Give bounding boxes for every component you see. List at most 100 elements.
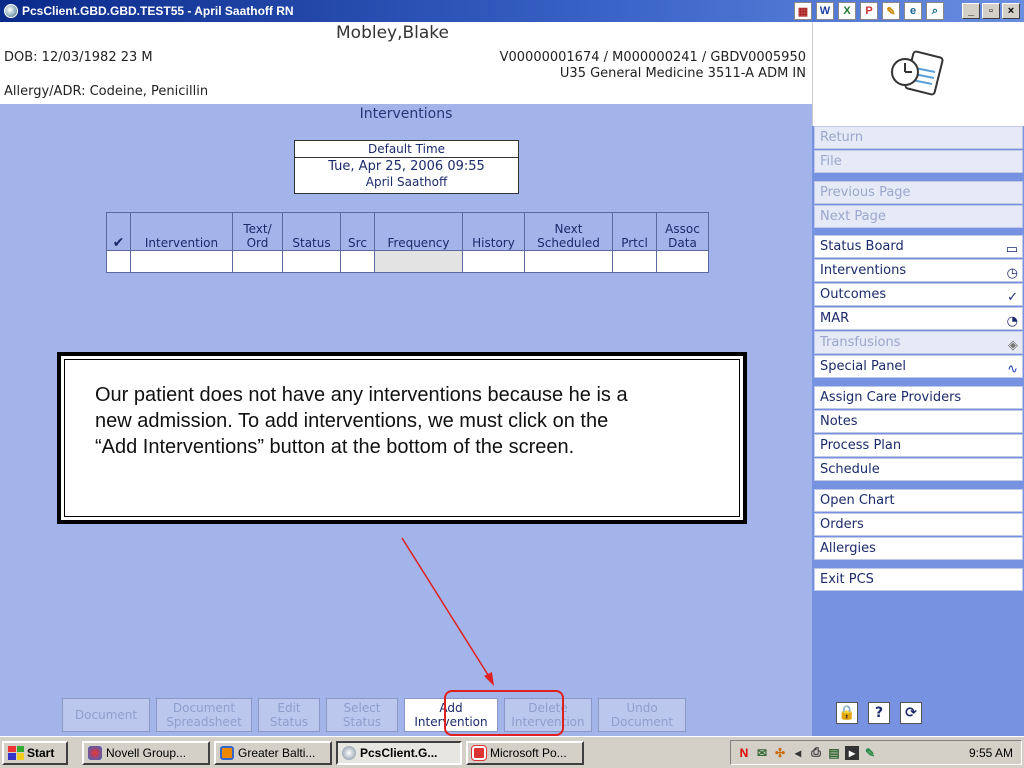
- windows-logo-icon: [8, 745, 24, 760]
- column-header-assoc-data[interactable]: Assoc Data: [656, 212, 709, 251]
- browser-icon: [220, 745, 234, 760]
- chart-icon[interactable]: ▦: [794, 2, 812, 20]
- nav-file[interactable]: File: [814, 150, 1023, 173]
- window-title-bar[interactable]: PcsClient.GBD.GBD.TEST55 - April Saathof…: [0, 0, 1024, 22]
- word-icon[interactable]: W: [816, 2, 834, 20]
- check-column-header[interactable]: ✔: [106, 212, 131, 251]
- table-cell[interactable]: [232, 250, 283, 273]
- windows-taskbar: Start Novell Group... Greater Balti... P…: [0, 736, 1024, 768]
- powerpoint-icon: [471, 744, 487, 761]
- table-cell[interactable]: [524, 250, 613, 273]
- clock: 9:55 AM: [968, 746, 1013, 760]
- blood-bag-icon: ◈: [1008, 338, 1018, 353]
- network-icon[interactable]: ✣: [773, 746, 787, 760]
- mail-icon[interactable]: ✉: [755, 746, 769, 760]
- nav-assign-care-providers[interactable]: Assign Care Providers: [814, 386, 1023, 409]
- nav-mar-label: MAR: [820, 311, 850, 326]
- table-cell[interactable]: [130, 250, 233, 273]
- add-intervention-highlight: [444, 690, 564, 736]
- nav-transfusions-label: Transfusions: [820, 335, 901, 350]
- nav-special-panel[interactable]: Special Panel ∿: [814, 355, 1023, 378]
- patient-name: Mobley,Blake: [336, 23, 450, 43]
- start-button[interactable]: Start: [2, 740, 68, 765]
- table-cell[interactable]: [462, 250, 525, 273]
- table-row[interactable]: [106, 250, 709, 273]
- column-header-status[interactable]: Status: [282, 212, 341, 251]
- start-label: Start: [27, 745, 55, 760]
- refresh-icon[interactable]: ⟳: [900, 702, 922, 724]
- default-time-label: Default Time: [295, 141, 518, 158]
- select-status-button[interactable]: Select Status: [326, 698, 398, 732]
- panel-bottom-icons: 🔒 ? ⟳: [836, 702, 922, 724]
- default-time-box[interactable]: Default Time Tue, Apr 25, 2006 09:55 Apr…: [294, 140, 519, 194]
- task-label: PcsClient.G...: [360, 745, 438, 760]
- powerpoint-icon[interactable]: P: [860, 2, 878, 20]
- system-tray: N ✉ ✣ ◂ ⎙ ▤ ▸ ✎ 9:55 AM: [730, 740, 1022, 765]
- nav-next-page[interactable]: Next Page: [814, 205, 1023, 228]
- patient-location: U35 General Medicine 3511-A ADM IN: [559, 66, 806, 81]
- help-icon[interactable]: ?: [868, 702, 890, 724]
- nav-orders[interactable]: Orders: [814, 513, 1023, 536]
- maximize-button[interactable]: ▫: [982, 3, 1000, 19]
- browser-icon[interactable]: e: [904, 2, 922, 20]
- column-header-intervention[interactable]: Intervention: [130, 212, 233, 251]
- clipboard-clock-icon: [891, 50, 944, 96]
- column-header-next-scheduled[interactable]: Next Scheduled: [524, 212, 613, 251]
- nav-process-plan[interactable]: Process Plan: [814, 434, 1023, 457]
- navigation-panel: Return File Previous Page Next Page Stat…: [812, 22, 1024, 736]
- patient-header: Mobley,Blake DOB: 12/03/1982 23 M V00000…: [0, 22, 812, 104]
- column-header-src[interactable]: Src: [340, 212, 375, 251]
- task-label: Greater Balti...: [238, 745, 316, 760]
- antivirus-icon[interactable]: ✎: [863, 746, 877, 760]
- nav-special-panel-label: Special Panel: [820, 359, 907, 374]
- default-time-user: April Saathoff: [365, 175, 448, 189]
- clipboard-clock-icon: ◷: [1006, 266, 1018, 281]
- nav-interventions[interactable]: Interventions ◷: [814, 259, 1023, 282]
- nav-return[interactable]: Return: [814, 126, 1023, 149]
- volume-icon[interactable]: ◂: [791, 746, 805, 760]
- undo-document-button[interactable]: Undo Document: [598, 698, 686, 732]
- edit-status-button[interactable]: Edit Status: [258, 698, 320, 732]
- scheduler-icon[interactable]: ▤: [827, 746, 841, 760]
- column-header-text-ord[interactable]: Text/ Ord: [232, 212, 283, 251]
- nav-schedule[interactable]: Schedule: [814, 458, 1023, 481]
- column-header-frequency[interactable]: Frequency: [374, 212, 463, 251]
- document-button[interactable]: Document: [62, 698, 150, 732]
- tools-icon[interactable]: ✎: [882, 2, 900, 20]
- task-novell-groupwise[interactable]: Novell Group...: [82, 740, 210, 765]
- nav-notes[interactable]: Notes: [814, 410, 1023, 433]
- nav-exit-pcs[interactable]: Exit PCS: [814, 568, 1023, 591]
- task-pcsclient[interactable]: PcsClient.G...: [336, 740, 462, 765]
- excel-icon[interactable]: X: [838, 2, 856, 20]
- task-microsoft-powerpoint[interactable]: Microsoft Po...: [466, 740, 584, 765]
- column-header-prtcl[interactable]: Prtcl: [612, 212, 657, 251]
- arrow-tray-icon[interactable]: ▸: [845, 745, 859, 760]
- minimize-button[interactable]: _: [962, 3, 980, 19]
- checklist-icon: ✓: [1007, 290, 1018, 305]
- interventions-table: ✔ Intervention Text/ Ord Status Src Freq…: [106, 212, 709, 273]
- callout-text: Our patient does not have any interventi…: [95, 384, 628, 458]
- table-cell[interactable]: [282, 250, 341, 273]
- table-cell[interactable]: [656, 250, 709, 273]
- table-cell[interactable]: [374, 250, 463, 273]
- nav-previous-page[interactable]: Previous Page: [814, 181, 1023, 204]
- novell-tray-icon[interactable]: N: [737, 746, 751, 760]
- nav-interventions-label: Interventions: [820, 263, 907, 278]
- nav-outcomes[interactable]: Outcomes ✓: [814, 283, 1023, 306]
- printer-icon[interactable]: ⎙: [809, 745, 823, 760]
- lock-icon[interactable]: 🔒: [836, 702, 858, 724]
- close-button[interactable]: ×: [1002, 3, 1020, 19]
- document-spreadsheet-button[interactable]: Document Spreadsheet: [156, 698, 252, 732]
- table-cell[interactable]: [612, 250, 657, 273]
- nav-transfusions[interactable]: Transfusions ◈: [814, 331, 1023, 354]
- table-cell[interactable]: [340, 250, 375, 273]
- nav-allergies[interactable]: Allergies: [814, 537, 1023, 560]
- window-title: PcsClient.GBD.GBD.TEST55 - April Saathof…: [22, 4, 294, 18]
- task-greater-baltimore[interactable]: Greater Balti...: [214, 740, 332, 765]
- nav-status-board[interactable]: Status Board ▭: [814, 235, 1023, 258]
- column-header-history[interactable]: History: [462, 212, 525, 251]
- search-icon[interactable]: ⌕: [926, 2, 944, 20]
- nav-mar[interactable]: MAR ◔: [814, 307, 1023, 330]
- nav-open-chart[interactable]: Open Chart: [814, 489, 1023, 512]
- table-cell[interactable]: [106, 250, 131, 273]
